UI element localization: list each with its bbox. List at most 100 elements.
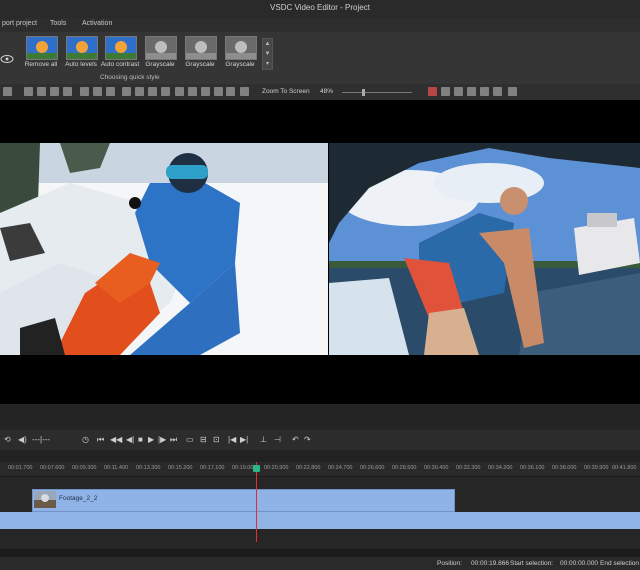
title-bar: VSDC Video Editor - Project <box>0 0 640 18</box>
ruler-tick: 00:38.000 <box>552 465 577 471</box>
extract-icon[interactable]: ⊣ <box>274 436 281 444</box>
playhead-line[interactable] <box>256 462 257 542</box>
zoom-mode[interactable]: Zoom To Screen <box>262 88 310 95</box>
video-frame-wakeboarder[interactable] <box>329 143 640 355</box>
jump-end-icon[interactable]: ▶| <box>240 436 248 444</box>
eye-icon[interactable] <box>0 52 14 66</box>
ruler-tick: 00:39.900 <box>584 465 609 471</box>
clock-icon[interactable]: ◷ <box>82 436 89 444</box>
quick-style-grayscale-1[interactable]: Grayscale <box>141 36 179 72</box>
main-toolbar: Zoom To Screen 48% <box>0 84 640 100</box>
same-width-icon[interactable] <box>122 87 131 96</box>
ruler-tick: 00:41.800 <box>612 465 637 471</box>
step-back-icon[interactable]: ◀| <box>126 436 134 444</box>
balloon-thumbnail-icon <box>145 36 177 60</box>
clip-name: Footage_2_2 <box>59 495 98 502</box>
window-title: VSDC Video Editor - Project <box>270 3 370 12</box>
volume-icon[interactable]: ◀) <box>18 436 27 444</box>
ruler-tick: 00:15.200 <box>168 465 193 471</box>
crop-icon[interactable] <box>480 87 489 96</box>
quick-style-grayscale-2[interactable]: Grayscale <box>181 36 219 72</box>
balloon-thumbnail-icon <box>105 36 137 60</box>
end-selection-label: End selection <box>600 560 640 567</box>
play-icon[interactable]: ▶ <box>148 436 154 444</box>
skip-start-icon[interactable]: ⏮ <box>97 436 104 444</box>
ruler-tick: 00:26.600 <box>360 465 385 471</box>
grid-icon[interactable] <box>441 87 450 96</box>
clip-thumbnail <box>34 491 56 508</box>
same-size-icon[interactable] <box>148 87 157 96</box>
menu-activation[interactable]: Activation <box>82 20 112 27</box>
rewind-icon[interactable]: ◀◀ <box>110 436 122 444</box>
safe-area-icon[interactable] <box>467 87 476 96</box>
fullscreen-icon[interactable] <box>493 87 502 96</box>
align-center-icon[interactable] <box>37 87 46 96</box>
gallery-scroll-button[interactable]: ▲ ▼ ▾ <box>262 38 273 70</box>
rotate-icon[interactable] <box>3 87 12 96</box>
ruler-tick: 00:24.700 <box>328 465 353 471</box>
quick-style-grayscale-3[interactable]: Grayscale <box>221 36 259 72</box>
move-up-icon[interactable] <box>175 87 184 96</box>
settings-icon[interactable] <box>508 87 517 96</box>
step-forward-icon[interactable]: |▶ <box>158 436 166 444</box>
refresh-icon[interactable]: ⟲ <box>4 436 11 444</box>
zoom-slider-knob[interactable] <box>362 89 365 96</box>
menu-tools[interactable]: Tools <box>50 20 66 27</box>
video-frame-snowboarder[interactable] <box>0 143 328 355</box>
group-icon[interactable] <box>226 87 235 96</box>
start-selection-label: Start selection: <box>510 560 553 567</box>
timeline-header <box>0 404 640 430</box>
fit-icon[interactable] <box>161 87 170 96</box>
distribute-icon[interactable] <box>106 87 115 96</box>
bring-forward-icon[interactable] <box>201 87 210 96</box>
jump-start-icon[interactable]: |◀ <box>228 436 236 444</box>
ribbon: Remove all Auto levels Auto contrast Gra… <box>0 32 640 85</box>
ruler-tick: 00:09.300 <box>72 465 97 471</box>
menu-export-project[interactable]: port project <box>2 20 37 27</box>
send-backward-icon[interactable] <box>214 87 223 96</box>
quick-style-auto-levels[interactable]: Auto levels <box>62 36 100 72</box>
align-bottom-icon[interactable] <box>93 87 102 96</box>
playhead-marker[interactable] <box>253 465 260 472</box>
snap-icon[interactable] <box>428 87 437 96</box>
menu-bar: port project Tools Activation <box>0 18 640 32</box>
start-selection-value: 00:00:00.000 <box>560 560 598 567</box>
trim-icon[interactable]: ⊡ <box>213 436 220 444</box>
ruler-tick: 00:20.900 <box>264 465 289 471</box>
quick-style-auto-contrast[interactable]: Auto contrast <box>101 36 139 72</box>
ruler-tick: 00:11.400 <box>104 465 129 471</box>
guides-icon[interactable] <box>454 87 463 96</box>
zoom-percent[interactable]: 48% <box>320 88 333 95</box>
volume-slider[interactable]: ---|--- <box>32 436 50 444</box>
stop-icon[interactable]: ■ <box>138 436 143 444</box>
align-middle-icon[interactable] <box>80 87 89 96</box>
ruler-tick: 00:28.500 <box>392 465 417 471</box>
timeline-strip <box>0 450 640 462</box>
status-bar: Position: 00:00:19.866 Start selection: … <box>0 557 640 570</box>
timeline-ruler[interactable]: 00:01.700 00:07.600 00:09.300 00:11.400 … <box>0 462 640 477</box>
balloon-thumbnail-icon <box>185 36 217 60</box>
split-icon[interactable]: ⊟ <box>200 436 207 444</box>
ruler-tick: 00:01.700 <box>8 465 33 471</box>
align-right-icon[interactable] <box>50 87 59 96</box>
ungroup-icon[interactable] <box>240 87 249 96</box>
align-top-icon[interactable] <box>63 87 72 96</box>
ruler-tick: 00:30.400 <box>424 465 449 471</box>
undo-icon[interactable]: ↶ <box>292 436 299 444</box>
zoom-slider[interactable] <box>342 89 412 96</box>
ruler-tick: 00:07.600 <box>40 465 65 471</box>
lift-icon[interactable]: ⊥ <box>260 436 267 444</box>
quick-style-remove-all[interactable]: Remove all <box>22 36 60 72</box>
redo-icon[interactable]: ↷ <box>304 436 311 444</box>
skip-end-icon[interactable]: ⏭ <box>170 436 177 444</box>
ruler-tick: 00:13.300 <box>136 465 161 471</box>
move-down-icon[interactable] <box>188 87 197 96</box>
position-label: Position: <box>437 560 462 567</box>
timeline-clip[interactable]: Footage_2_2 <box>32 489 455 512</box>
align-left-icon[interactable] <box>24 87 33 96</box>
ruler-tick: 00:34.200 <box>488 465 513 471</box>
timeline-toolbar: ⟲ ◀) ---|--- ◷ ⏮ ◀◀ ◀| ■ ▶ |▶ ⏭ ▭ ⊟ ⊡ |◀… <box>0 430 640 450</box>
timeline-track-bar[interactable] <box>0 512 640 529</box>
marker-icon[interactable]: ▭ <box>186 436 194 444</box>
same-height-icon[interactable] <box>135 87 144 96</box>
